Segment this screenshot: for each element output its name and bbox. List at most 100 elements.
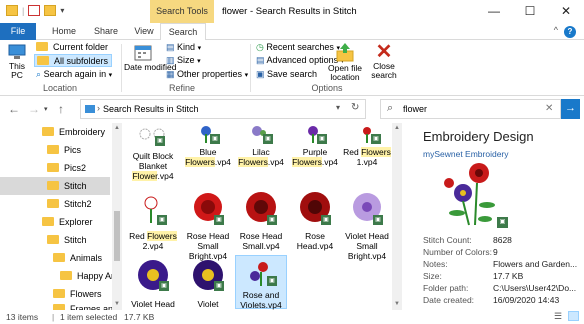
file-thumbnail: ▣ <box>345 125 389 145</box>
close-search-button[interactable]: ✕ Close search <box>370 42 398 80</box>
clear-search-icon[interactable]: ✕ <box>545 103 553 114</box>
file-thumbnail: ▣ <box>239 189 283 229</box>
file-item[interactable]: ▣ Violet Head Small Bright.vp4 <box>341 189 393 261</box>
this-pc-button[interactable]: This PC <box>4 44 30 80</box>
folder-icon <box>47 181 59 191</box>
prop-folder-path-value: C:\Users\User42\Do... <box>493 283 577 293</box>
file-list-scrollbar[interactable]: ▲ ▼ <box>392 123 402 310</box>
quick-access-toolbar: | ▾ <box>6 5 64 16</box>
app-badge-icon: ▣ <box>267 276 277 286</box>
forward-button[interactable]: → <box>28 102 40 116</box>
file-item[interactable]: ▣ Quilt Block Blanket Flower.vp4 <box>127 125 179 181</box>
file-item[interactable]: ▣ Purple Flowers.vp4 <box>289 125 341 167</box>
up-button[interactable]: ↑ <box>58 102 64 116</box>
chevron-down-icon[interactable]: ▾ <box>60 6 64 15</box>
title-bar: | ▾ Search Tools flower - Search Results… <box>0 0 584 23</box>
file-item[interactable]: ▣ Red Flowers 1.vp4 <box>341 125 393 167</box>
details-pane: Embroidery Design mySewnet Embroidery ▣ … <box>405 123 584 310</box>
tree-item-stitch2[interactable]: Stitch2 <box>47 195 92 213</box>
file-item[interactable]: ▣ Rose Head.vp4 <box>289 189 341 251</box>
tab-view[interactable]: View <box>128 23 160 40</box>
file-thumbnail: ▣ <box>293 125 337 145</box>
tree-item-pics2[interactable]: Pics2 <box>47 159 86 177</box>
folder-icon <box>36 42 48 52</box>
close-icon: ✕ <box>375 41 393 63</box>
minimize-button[interactable]: — <box>476 0 512 23</box>
file-item[interactable]: ▣ Lilac Flowers.vp4 <box>235 125 287 167</box>
file-item[interactable]: ▣ Red Flowers 2.vp4 <box>127 189 179 251</box>
help-button[interactable]: ? <box>564 26 576 38</box>
file-item-selected[interactable]: ▣ Rose and Violets.vp4 <box>235 255 287 310</box>
app-badge-icon: ▣ <box>371 134 381 144</box>
file-item[interactable]: ▣ Rose Head Small Bright.vp4 <box>182 189 234 261</box>
tree-item-stitch-sub[interactable]: Stitch <box>47 231 87 249</box>
breadcrumb[interactable]: Search Results in Stitch <box>103 104 199 114</box>
new-folder-icon[interactable] <box>44 5 57 16</box>
save-search-button[interactable]: ▣ Save search <box>256 69 317 80</box>
tree-item-flowers[interactable]: Flowers <box>53 285 102 303</box>
folder-icon <box>42 217 54 227</box>
scroll-up-icon[interactable]: ▲ <box>394 125 400 131</box>
recent-searches-icon: ◷ <box>256 42 264 52</box>
selection-count: 1 item selected <box>60 312 118 322</box>
properties-icon[interactable] <box>28 5 41 16</box>
tree-item-pics[interactable]: Pics <box>47 141 81 159</box>
search-again-button[interactable]: ⌕ Search again in ▾ <box>36 69 112 80</box>
tree-item-animals[interactable]: Animals <box>53 249 102 267</box>
search-query[interactable]: flower <box>403 104 427 114</box>
computer-icon <box>8 44 26 59</box>
advanced-options-icon: ▤ <box>256 55 265 65</box>
back-button[interactable]: ← <box>8 102 20 116</box>
file-item[interactable]: ▣ Rose Head Small.vp4 <box>235 189 287 251</box>
kind-button[interactable]: ▤ Kind ▾ <box>166 42 201 53</box>
ribbon: This PC Current folder All subfolders ⌕ … <box>0 40 584 96</box>
size-button[interactable]: ▥ Size ▾ <box>166 55 201 66</box>
scrollbar-thumb[interactable] <box>114 211 120 261</box>
ribbon-collapse-button[interactable]: ^ <box>554 25 558 35</box>
kind-icon: ▤ <box>166 42 175 52</box>
chevron-down-icon: ▾ <box>197 45 202 52</box>
preview-title: Embroidery Design <box>423 129 534 144</box>
tab-file[interactable]: File <box>0 23 36 40</box>
close-button[interactable]: ✕ <box>548 0 584 23</box>
details-view-icon[interactable]: ☰ <box>554 311 562 322</box>
open-folder-icon <box>336 43 354 62</box>
search-input[interactable]: ⌕ flower ✕ <box>380 99 561 119</box>
large-icons-view-icon[interactable] <box>568 311 579 321</box>
refresh-icon[interactable]: ↻ <box>351 102 359 113</box>
scroll-down-icon[interactable]: ▼ <box>114 301 120 307</box>
app-badge-icon: ▣ <box>159 281 169 291</box>
folder-icon[interactable] <box>6 5 18 16</box>
tab-search[interactable]: Search <box>160 23 206 41</box>
prop-notes-label: Notes: <box>423 259 448 269</box>
navigation-scrollbar[interactable]: ▲ ▼ <box>112 123 122 310</box>
app-badge-icon: ▣ <box>214 281 224 291</box>
scroll-up-icon[interactable]: ▲ <box>114 125 120 131</box>
chevron-down-icon[interactable]: ▾ <box>336 103 340 112</box>
address-bar[interactable]: › Search Results in Stitch ▾ ↻ <box>80 99 366 119</box>
file-item[interactable]: ▣ Blue Flowers.vp4 <box>182 125 234 167</box>
scroll-down-icon[interactable]: ▼ <box>394 301 400 307</box>
tree-item-explorer[interactable]: Explorer <box>42 213 93 231</box>
other-properties-button[interactable]: ▦ Other properties ▾ <box>166 69 248 80</box>
app-badge-icon: ▣ <box>497 217 508 228</box>
save-icon: ▣ <box>256 69 265 79</box>
maximize-button[interactable]: ☐ <box>512 0 548 23</box>
all-subfolders-button[interactable]: All subfolders <box>34 54 113 67</box>
open-file-location-button[interactable]: Open file location <box>322 42 368 82</box>
preview-thumbnail: ▣ <box>433 159 513 231</box>
tab-share[interactable]: Share <box>86 23 126 40</box>
folder-icon <box>60 271 72 281</box>
tree-item-stitch[interactable]: Stitch <box>0 177 110 195</box>
calendar-icon <box>134 45 152 61</box>
chevron-down-icon: ▾ <box>244 72 249 79</box>
date-modified-button[interactable]: Date modified <box>124 44 176 72</box>
search-go-button[interactable]: → <box>561 99 580 119</box>
recent-locations-icon[interactable]: ▾ <box>44 105 48 113</box>
tree-item-embroidery[interactable]: Embroidery <box>42 123 105 141</box>
tree-item-happy-animals[interactable]: Happy Ani <box>60 267 118 285</box>
prop-date-created-label: Date created: <box>423 295 475 305</box>
tab-home[interactable]: Home <box>44 23 84 40</box>
current-folder-button[interactable]: Current folder <box>36 42 108 52</box>
location-group-label: Location <box>42 83 78 93</box>
